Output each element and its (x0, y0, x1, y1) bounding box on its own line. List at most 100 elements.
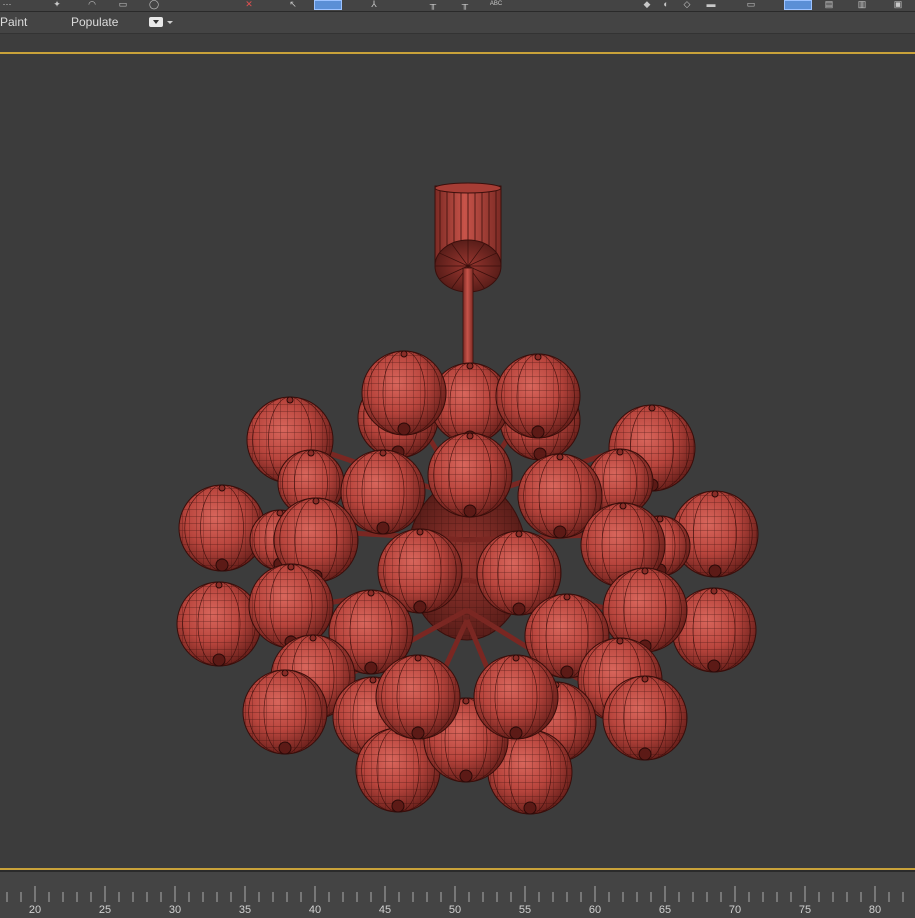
globe-socket (708, 564, 722, 578)
main-toolbar: ⋯ ✦ ◠ ▭ ◯ ✕ ↖ ⅄ ╥ ╥ ABC ◆ ◐ ◇ ▬ ▭ ▤ ▥ ▣ (0, 0, 915, 12)
spinner-snap-icon[interactable]: ╥ (460, 0, 470, 9)
angle-snap-icon[interactable]: ⅄ (366, 0, 382, 9)
globe-tip (648, 404, 656, 412)
caret-down-icon (167, 21, 173, 24)
timeline-frame-label: 80 (868, 904, 882, 916)
globe-tip (309, 634, 317, 642)
globe-tip (512, 654, 520, 662)
globe-socket (523, 801, 537, 815)
toggle-ribbon-icon[interactable]: ▬ (704, 0, 718, 9)
align-icon[interactable]: ◐ (660, 0, 672, 9)
globe-tip (534, 353, 542, 361)
globe-socket (278, 741, 292, 755)
globe-socket (413, 600, 427, 614)
curve-editor-icon[interactable]: ▭ (744, 0, 758, 9)
globe-tip (515, 530, 523, 538)
timeline-frame-label: 35 (238, 904, 252, 916)
chevron-down-icon (149, 17, 163, 27)
globe-socket (707, 659, 721, 673)
timeline-ticks (6, 886, 904, 902)
schematic-view-icon[interactable] (784, 0, 812, 10)
globe-tip (379, 449, 387, 457)
globe-socket (459, 769, 473, 783)
timeline-frame-label: 65 (658, 904, 672, 916)
globe-socket (463, 504, 477, 518)
globe-tip (369, 676, 377, 684)
globe-tip (287, 563, 295, 571)
globe-tip (616, 637, 624, 645)
select-rotate-icon[interactable]: ◠ (86, 0, 98, 9)
ribbon-options-dropdown[interactable] (149, 17, 173, 28)
globe-wire-mesh (496, 354, 580, 438)
globe-wire-mesh (474, 655, 558, 739)
globe-tip (462, 697, 470, 705)
globe-tip (711, 490, 719, 498)
globe-wire-mesh (376, 655, 460, 739)
globe-wire-mesh (603, 676, 687, 760)
perspective-viewport[interactable] (0, 52, 915, 870)
globe-tip (616, 448, 624, 456)
globe-socket (376, 521, 390, 535)
globe-socket (560, 665, 574, 679)
percent-snap-icon[interactable]: ╥ (428, 0, 438, 9)
timeline-trackbar[interactable]: 20 25 30 35 40 45 50 55 60 65 70 75 80 (0, 872, 915, 918)
timeline-frame-label: 50 (448, 904, 462, 916)
timeline-frame-label: 75 (798, 904, 812, 916)
globe-tip (466, 432, 474, 440)
globe-socket (391, 799, 405, 813)
select-region-icon[interactable]: ⋯ (2, 0, 12, 9)
globe-wire-mesh (362, 351, 446, 435)
globe-wire-mesh (177, 582, 261, 666)
globe-tip (307, 449, 315, 457)
globe-tip (400, 350, 408, 358)
mirror-icon[interactable]: ◆ (640, 0, 654, 9)
edit-named-selection-icon[interactable]: ABC (486, 0, 506, 8)
globe-socket (215, 558, 229, 572)
tab-populate[interactable]: Populate (71, 15, 118, 30)
stem-rod (462, 267, 474, 369)
select-scale-icon[interactable]: ▭ (114, 0, 132, 9)
globe-tip (416, 528, 424, 536)
snap-toggle-icon[interactable] (314, 0, 342, 10)
select-place-icon[interactable]: ◯ (148, 0, 160, 9)
globe-socket (364, 661, 378, 675)
timeline-frame-label: 70 (728, 904, 742, 916)
globe-socket (509, 726, 523, 740)
render-frame-icon[interactable]: ▣ (888, 0, 908, 9)
tab-paint[interactable]: Paint (0, 15, 27, 30)
globe-tip (710, 587, 718, 595)
globe-tip (641, 567, 649, 575)
timeline-frame-label: 60 (588, 904, 602, 916)
ribbon-bar: Paint Populate (0, 12, 915, 34)
timeline-frame-label: 30 (168, 904, 182, 916)
globe-socket (638, 747, 652, 761)
globe-tip (281, 669, 289, 677)
globe-socket (212, 653, 226, 667)
timeline-frame-label: 45 (378, 904, 392, 916)
keyboard-shortcut-icon[interactable]: ↖ (288, 0, 298, 9)
pivot-icon[interactable]: ✕ (244, 0, 254, 9)
timeline-frame-label: 20 (28, 904, 42, 916)
globe-socket (531, 425, 545, 439)
timeline-frame-label: 55 (518, 904, 532, 916)
globe-tip (619, 502, 627, 510)
globe-tip (563, 593, 571, 601)
globe-tip (414, 654, 422, 662)
material-editor-icon[interactable]: ▤ (818, 0, 840, 9)
globe-socket (411, 726, 425, 740)
globe-tip (215, 581, 223, 589)
globe-wire-mesh (428, 433, 512, 517)
globe-tip (312, 497, 320, 505)
timeline-frame-label: 25 (98, 904, 112, 916)
layer-explorer-icon[interactable]: ◇ (680, 0, 694, 9)
select-move-icon[interactable]: ✦ (52, 0, 62, 9)
globe-tip (556, 453, 564, 461)
globe-tip (466, 362, 474, 370)
canopy-top (434, 182, 502, 194)
render-setup-icon[interactable]: ▥ (852, 0, 872, 9)
globe-tip (286, 396, 294, 404)
globe-socket (553, 525, 567, 539)
globe-tip (367, 589, 375, 597)
ribbon-panel-collapsed (0, 34, 915, 52)
globe-socket (397, 422, 411, 436)
